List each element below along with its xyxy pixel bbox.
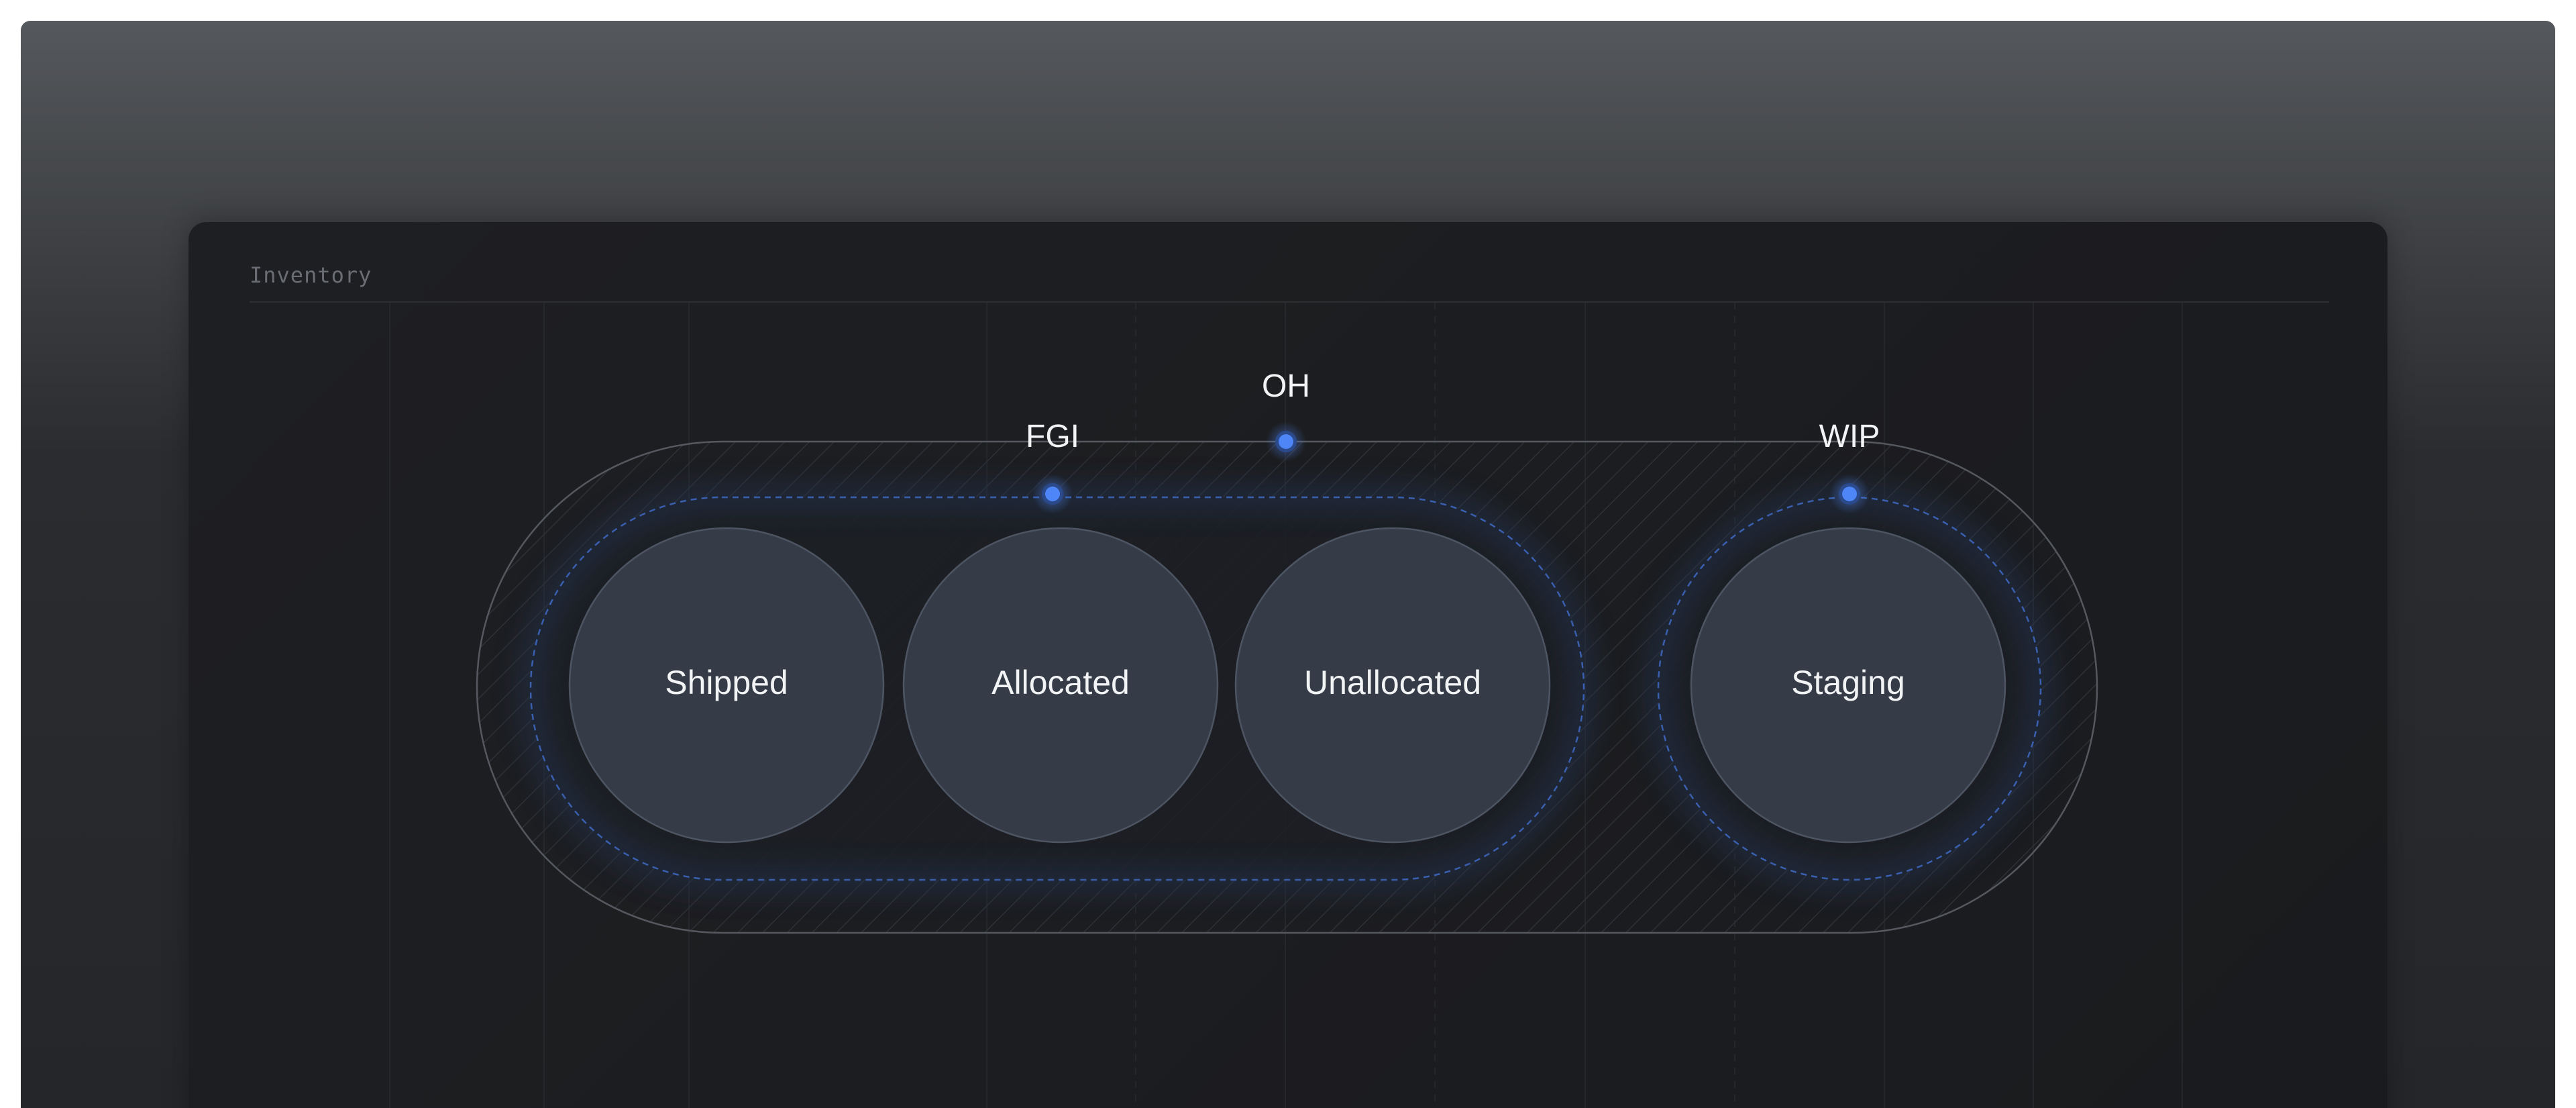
node-shipped[interactable]: Shipped (568, 527, 885, 844)
node-allocated[interactable]: Allocated (902, 527, 1219, 844)
window-background: Inventory Shipped Allocated Unallocated … (21, 21, 2555, 1108)
group-label-oh: OH (1262, 368, 1310, 404)
node-label: Shipped (665, 664, 788, 701)
oh-anchor-dot[interactable] (1266, 421, 1306, 462)
group-label-wip: WIP (1819, 419, 1880, 454)
node-label: Staging (1791, 664, 1905, 701)
inventory-diagram: Shipped Allocated Unallocated Staging OH… (389, 303, 2183, 1108)
node-unallocated[interactable]: Unallocated (1234, 527, 1551, 844)
group-label-fgi: FGI (1026, 419, 1079, 454)
wip-anchor-dot[interactable] (1829, 474, 1870, 514)
fgi-anchor-dot[interactable] (1032, 474, 1073, 514)
node-staging[interactable]: Staging (1690, 527, 2006, 844)
node-label: Allocated (991, 664, 1130, 701)
node-label: Unallocated (1304, 664, 1481, 701)
